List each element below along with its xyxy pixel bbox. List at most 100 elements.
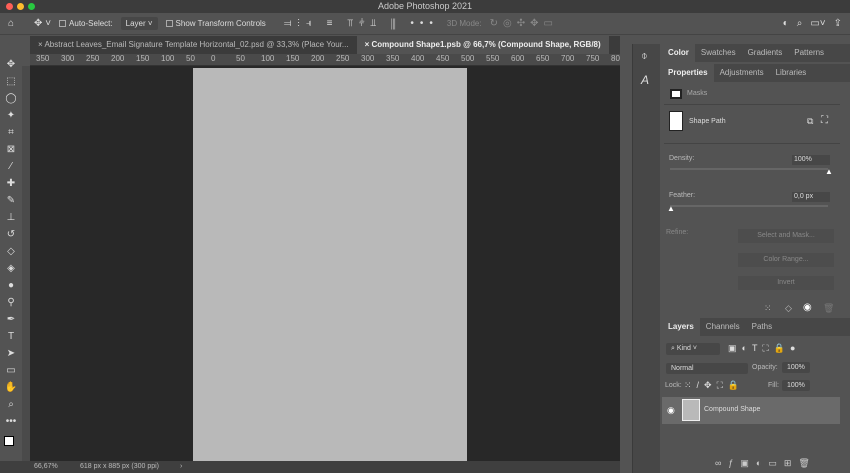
- tab-label: Compound Shape1.psb @ 66,7% (Compound Sh…: [371, 40, 601, 49]
- tab-patterns[interactable]: Patterns: [788, 44, 830, 62]
- tab-adjustments[interactable]: Adjustments: [714, 64, 770, 82]
- magic-wand-icon[interactable]: ✦: [7, 109, 15, 123]
- layer-thumbnail: [682, 399, 700, 421]
- divider: [664, 104, 840, 105]
- lasso-tool-icon[interactable]: ◯: [5, 92, 16, 106]
- apply-mask-footer-icon[interactable]: ◇: [785, 303, 792, 314]
- eraser-icon[interactable]: ◇: [7, 245, 15, 259]
- color-panel-tabs: Color Swatches Gradients Patterns: [662, 44, 850, 62]
- tab-paths[interactable]: Paths: [746, 318, 778, 336]
- ruler-tick: 150: [136, 54, 150, 63]
- ruler-tick: 300: [61, 54, 75, 63]
- layer-row[interactable]: ◉ Compound Shape: [662, 397, 840, 424]
- collapsed-panel-icons: ⌽ A: [632, 44, 660, 473]
- fill-field[interactable]: 100%: [782, 380, 810, 391]
- layer-select[interactable]: Layer ˅: [120, 17, 158, 30]
- align-icons[interactable]: ⫤⫶⫣ ≡ ⫪⫩⫫ ⫼ •••: [284, 18, 439, 29]
- layer-filter-icons[interactable]: ▣◐T⛶🔒●: [728, 343, 800, 354]
- crop-tool-icon[interactable]: ⌗: [8, 126, 14, 140]
- blur-tool-icon[interactable]: ●: [8, 279, 14, 293]
- auto-select-checkbox[interactable]: Auto-Select:: [59, 19, 113, 28]
- delete-mask-icon[interactable]: 🗑: [823, 303, 834, 314]
- tab-properties[interactable]: Properties: [662, 64, 714, 82]
- glyphs-panel-icon[interactable]: A: [641, 73, 660, 87]
- ruler-tick: 250: [86, 54, 100, 63]
- zoom-tool-icon[interactable]: ⌕: [8, 398, 14, 412]
- layer-footer-icons[interactable]: ∞ƒ▣◐▭⊞🗑: [715, 458, 817, 469]
- ruler-tick: 600: [511, 54, 525, 63]
- opacity-field[interactable]: 100%: [782, 362, 810, 373]
- healing-brush-icon[interactable]: ✚: [7, 177, 15, 191]
- color-range-button[interactable]: Color Range...: [738, 253, 834, 267]
- density-slider-handle[interactable]: ▲: [825, 167, 833, 176]
- status-menu-arrow[interactable]: ›: [180, 461, 182, 473]
- blend-mode-select[interactable]: Normal: [666, 363, 748, 374]
- learn-icon[interactable]: ◐: [783, 18, 789, 29]
- visibility-icon[interactable]: ◉: [803, 302, 812, 313]
- feather-field[interactable]: 0,0 px: [792, 192, 830, 202]
- apply-mask-icon[interactable]: ⛶: [821, 115, 828, 126]
- tab-compound-shape[interactable]: × Compound Shape1.psb @ 66,7% (Compound …: [356, 36, 609, 54]
- tab-abstract-leaves[interactable]: × Abstract Leaves_Email Signature Templa…: [30, 36, 357, 54]
- auto-select-label: Auto-Select:: [69, 19, 113, 28]
- share-icon[interactable]: ⇪: [834, 18, 842, 29]
- 3d-mode-label: 3D Mode:: [446, 19, 482, 28]
- show-transform-checkbox[interactable]: Show Transform Controls: [165, 19, 266, 28]
- dodge-tool-icon[interactable]: ⚲: [7, 296, 14, 310]
- home-icon[interactable]: ⌂: [8, 18, 14, 29]
- more-tools-icon[interactable]: •••: [6, 415, 17, 429]
- tab-layers[interactable]: Layers: [662, 318, 700, 336]
- load-selection-footer-icon[interactable]: ⁙: [764, 303, 772, 314]
- horizontal-ruler: 350 300 250 200 150 100 50 0 50 100 150 200 250 300 35…: [30, 54, 620, 66]
- color-swatches-icon[interactable]: [4, 432, 18, 446]
- tab-gradients[interactable]: Gradients: [742, 44, 789, 62]
- move-tool-icon[interactable]: ✥: [7, 58, 15, 72]
- invert-button[interactable]: Invert: [738, 276, 834, 290]
- history-brush-icon[interactable]: ↺: [7, 228, 15, 242]
- tab-libraries[interactable]: Libraries: [770, 64, 813, 82]
- mask-icon: [670, 89, 682, 99]
- workspace-icon[interactable]: ▭˅: [810, 18, 825, 29]
- path-select-icon[interactable]: ➤: [7, 347, 15, 361]
- tab-channels[interactable]: Channels: [700, 318, 746, 336]
- document-canvas[interactable]: [193, 68, 467, 461]
- zoom-level[interactable]: 66,67%: [34, 461, 58, 473]
- close-window-button[interactable]: [6, 3, 13, 10]
- rectangle-tool-icon[interactable]: ▭: [6, 364, 15, 378]
- layer-select-value: Layer: [125, 19, 146, 28]
- ruler-tick: 650: [536, 54, 550, 63]
- layer-visibility-icon[interactable]: ◉: [667, 405, 675, 416]
- density-slider[interactable]: [670, 168, 828, 170]
- paint-bucket-icon[interactable]: ◈: [7, 262, 15, 276]
- type-tool-icon[interactable]: T: [8, 330, 14, 344]
- marquee-tool-icon[interactable]: ⬚: [6, 75, 15, 89]
- history-panel-icon[interactable]: ⌽: [641, 50, 660, 63]
- 3d-tools-icons[interactable]: ↻◎✣✥▭: [490, 18, 558, 29]
- frame-tool-icon[interactable]: ⊠: [7, 143, 15, 157]
- ruler-tick: 750: [586, 54, 600, 63]
- search-icon[interactable]: ⌕: [797, 18, 803, 29]
- masks-label: Masks: [687, 90, 708, 97]
- tab-color[interactable]: Color: [662, 44, 695, 62]
- divider: [664, 143, 840, 144]
- select-and-mask-button[interactable]: Select and Mask...: [738, 229, 834, 243]
- document-info: 618 px x 885 px (300 ppi): [80, 463, 159, 470]
- move-tool-icon[interactable]: ✥ ˅: [34, 18, 51, 29]
- brush-tool-icon[interactable]: ✎: [7, 194, 15, 208]
- minimize-window-button[interactable]: [17, 3, 24, 10]
- tab-swatches[interactable]: Swatches: [695, 44, 742, 62]
- ruler-tick: 200: [111, 54, 125, 63]
- ruler-tick: 550: [486, 54, 500, 63]
- hand-tool-icon[interactable]: ✋: [5, 381, 17, 395]
- eyedropper-icon[interactable]: ⁄: [10, 160, 12, 174]
- feather-slider[interactable]: [670, 205, 828, 207]
- layer-name[interactable]: Compound Shape: [704, 406, 760, 413]
- maximize-window-button[interactable]: [28, 3, 35, 10]
- density-field[interactable]: 100%: [792, 155, 830, 165]
- pen-tool-icon[interactable]: ✒: [7, 313, 15, 327]
- stamp-tool-icon[interactable]: ⊥: [7, 211, 16, 225]
- load-selection-icon[interactable]: ⧉: [807, 116, 813, 127]
- lock-icons[interactable]: ⁙/✥⛶🔒: [684, 380, 744, 391]
- feather-slider-handle[interactable]: ▲: [667, 204, 675, 213]
- filter-kind-select[interactable]: ⌕ Kind ˅: [666, 343, 720, 355]
